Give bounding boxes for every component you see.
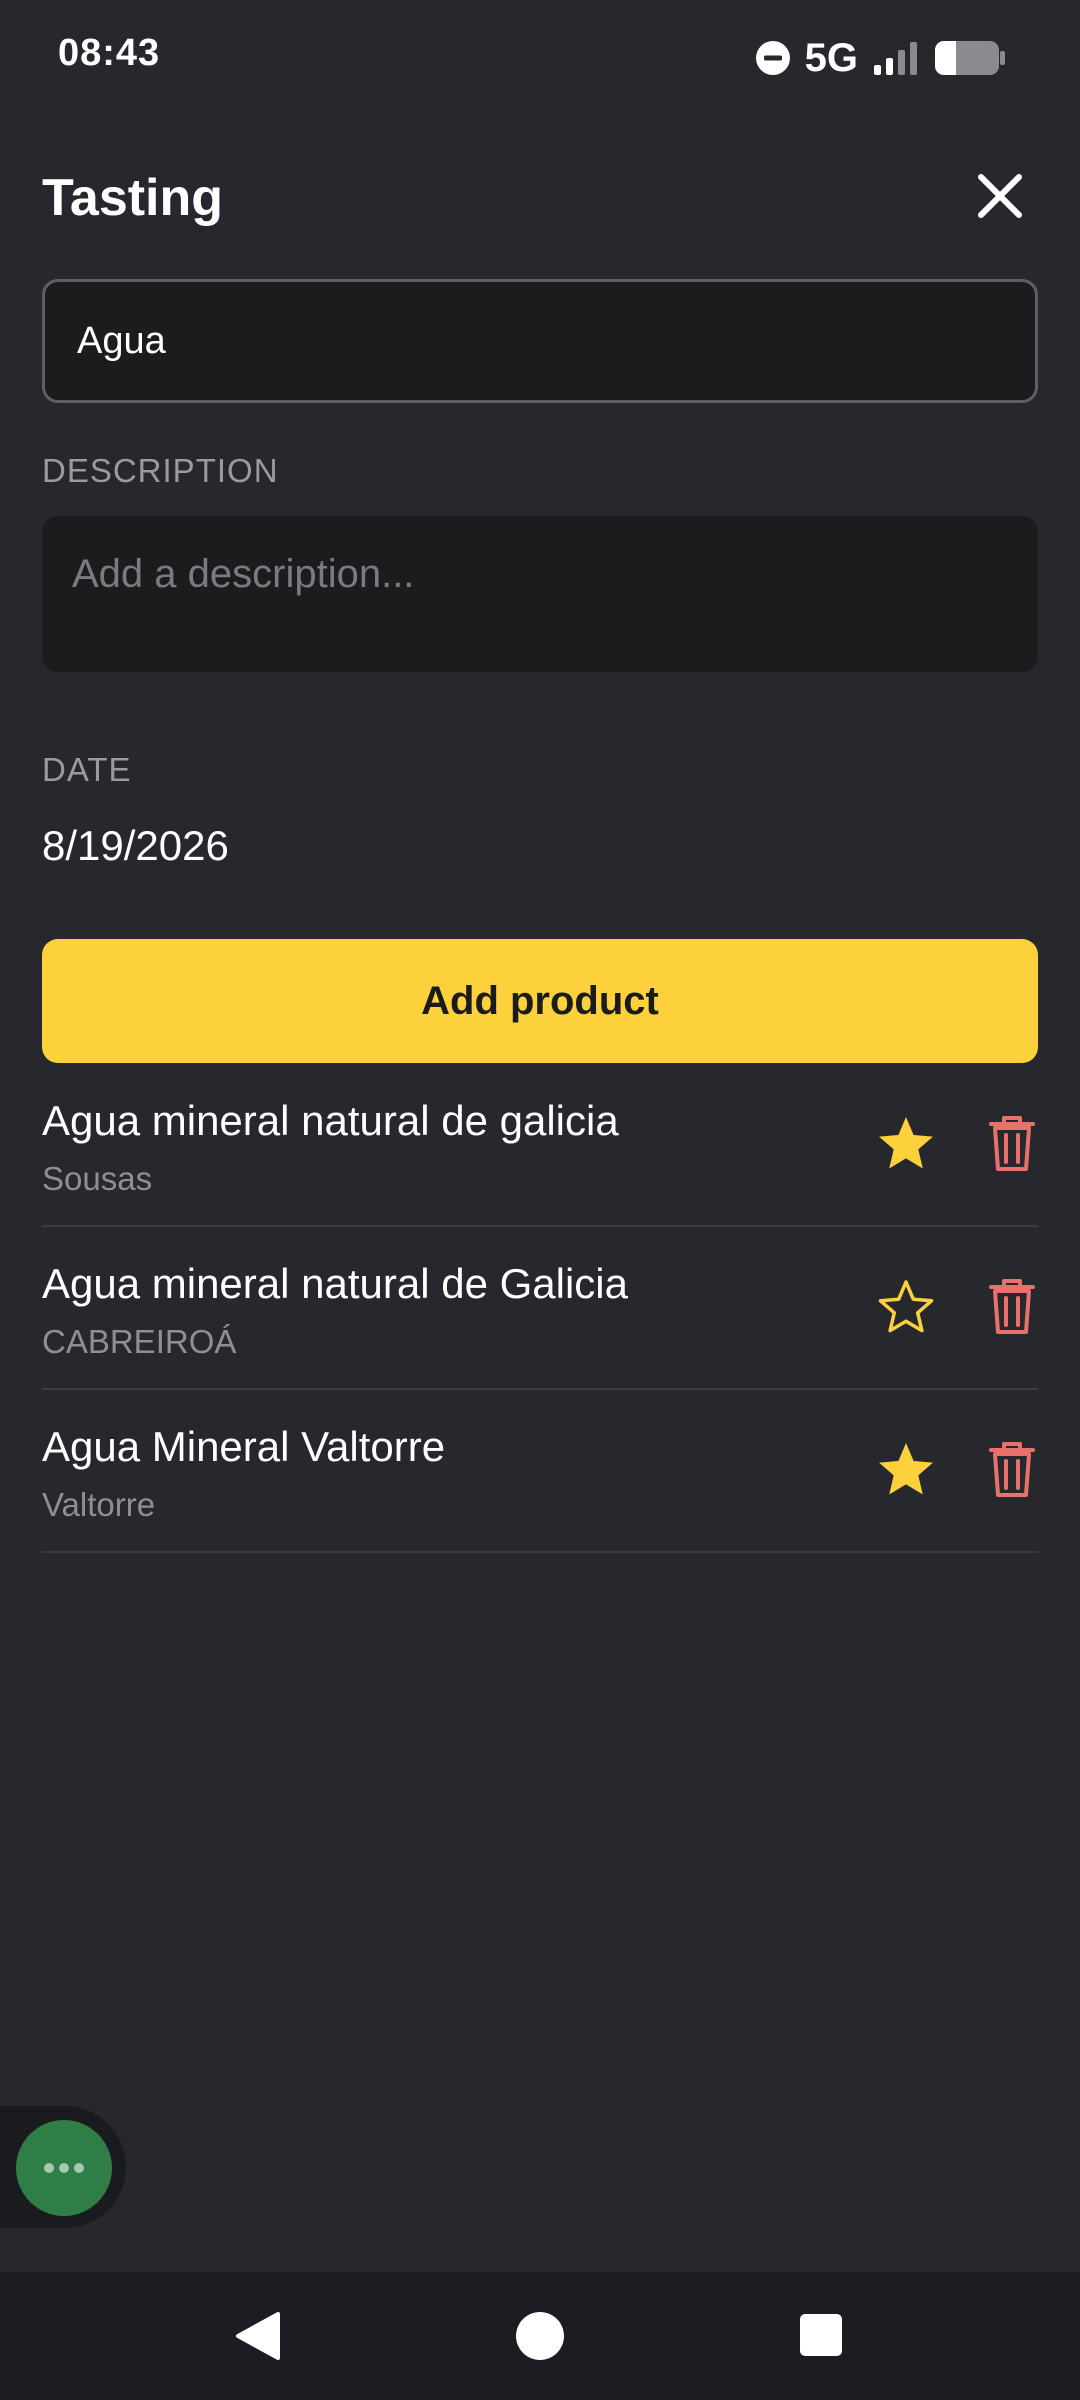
tasting-name-input[interactable] [42,279,1038,403]
description-input[interactable] [42,516,1038,672]
delete-button[interactable] [982,1436,1042,1504]
tasting-screen: 08:43 5G Tasting Agua DESCRIPTION Add a … [0,0,1080,2400]
date-value[interactable]: 8/19/2026 [42,822,229,870]
product-item[interactable]: Agua Mineral Valtorre Valtorre [42,1390,1038,1553]
product-brand: Sousas [42,1160,153,1197]
product-name: Agua mineral natural de galicia [42,1097,619,1144]
status-icons: 5G [755,36,1006,80]
product-name: Agua mineral natural de Galicia [42,1260,628,1307]
favorite-button[interactable] [872,1436,940,1504]
page-title: Tasting [42,169,224,227]
product-brand: CABREIROÁ [42,1323,237,1360]
star-filled-icon [879,1443,933,1495]
back-icon[interactable] [232,2310,284,2362]
star-outline-icon [878,1280,934,1333]
product-item[interactable]: Agua mineral natural de galicia Sousas [42,1064,1038,1227]
product-item[interactable]: Agua mineral natural de Galicia CABREIRO… [42,1227,1038,1390]
status-time: 08:43 [58,32,161,74]
add-product-button[interactable]: Add product [42,939,1038,1063]
recents-icon[interactable] [800,2314,842,2356]
trash-icon [989,1442,1035,1497]
description-label: DESCRIPTION [42,452,279,489]
star-filled-icon [879,1117,933,1169]
trash-icon [989,1279,1035,1334]
close-icon [978,174,1022,218]
product-brand: Valtorre [42,1486,156,1523]
delete-button[interactable] [982,1273,1042,1341]
close-button[interactable] [968,164,1032,228]
status-bar: 08:43 5G [0,0,1080,110]
trash-icon [989,1116,1035,1171]
product-name: Agua Mineral Valtorre [42,1423,446,1470]
battery-icon [935,41,1005,75]
delete-button[interactable] [982,1110,1042,1178]
more-horizontal-icon [44,2163,84,2173]
date-label: DATE [42,751,132,788]
network-label: 5G [804,35,858,80]
favorite-button[interactable] [872,1273,940,1341]
home-icon[interactable] [516,2312,564,2360]
favorite-button[interactable] [872,1110,940,1178]
signal-icon [874,42,917,75]
do-not-disturb-icon [755,41,790,75]
product-list: Agua mineral natural de galicia Sousas A… [42,1064,1038,1553]
floating-assist-button[interactable] [16,2120,112,2216]
